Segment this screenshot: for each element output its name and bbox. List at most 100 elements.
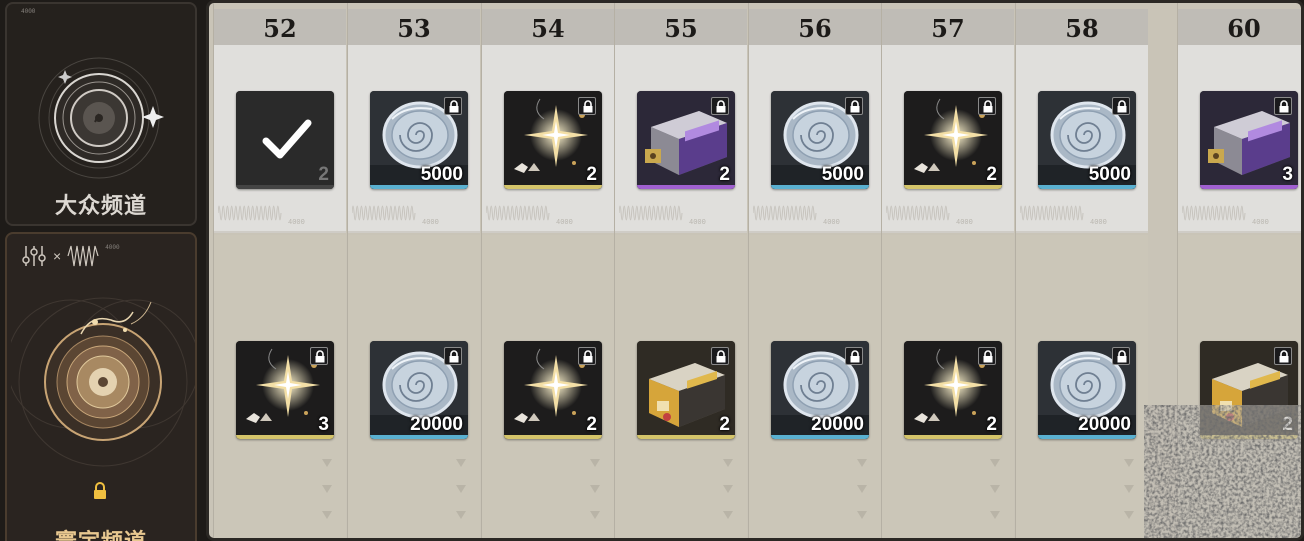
triangle-decoration [322,485,332,493]
item-quantity: 2 [586,164,597,185]
decor-number: 4000 [1090,219,1107,227]
lock-icon [444,97,462,115]
reward-item-credit[interactable]: 20000 [771,341,869,439]
item-quantity: 20000 [1078,414,1131,435]
lock-icon [978,97,996,115]
reward-item-box-purple[interactable]: 3 [1200,91,1298,189]
level-number: 54 [482,9,614,45]
decor-number: 4000 [1252,219,1269,227]
level-number: 58 [1016,9,1148,45]
item-quantity: 20000 [811,414,864,435]
waveform-decoration [753,205,817,221]
level-column: 4000 53 5000 20000 [347,3,480,538]
item-quantity: 2 [986,164,997,185]
reward-item-spark[interactable]: 3 [236,341,334,439]
level-number: 60 [1178,9,1301,45]
waveform-decoration [486,205,550,221]
triangle-decoration [590,511,600,519]
decor-number: 4000 [823,219,840,227]
premium-channel-title: 寰宇频道 [7,524,195,541]
reward-item-credit[interactable]: 5000 [771,91,869,189]
reward-item-credit[interactable]: 20000 [1038,341,1136,439]
reward-item-credit[interactable]: 5000 [1038,91,1136,189]
item-quantity: 20000 [410,414,463,435]
reward-item-credit[interactable]: 5000 [370,91,468,189]
times-sign: × [53,248,62,264]
waveform-decoration [886,205,950,221]
triangle-decoration [456,459,466,467]
triangle-decoration [1124,485,1134,493]
item-quantity: 5000 [1088,164,1131,185]
waveform-decoration [1020,205,1084,221]
reward-item-spark[interactable]: 2 [504,91,602,189]
channel-code: 4000 [105,244,120,251]
triangle-decoration [990,459,1000,467]
level-number: 53 [348,9,480,45]
level-column: 4000 55 2 2 [614,3,747,538]
basic-channel-title: 大众频道 [54,194,147,219]
lock-icon [978,347,996,365]
level-number: 57 [882,9,1014,45]
lock-icon [1112,97,1130,115]
lock-icon [310,347,328,365]
mixer-icon [22,246,46,266]
reward-item-box-gold[interactable]: 2 [637,341,735,439]
premium-channel-header: × 4000 [21,244,120,268]
level-column: 4000 58 5000 20000 [1015,3,1148,538]
premium-channel-card[interactable]: × 4000 寰宇频道 [5,232,197,541]
level-number: 56 [749,9,881,45]
waveform-decoration [1182,205,1246,221]
triangle-decoration [322,459,332,467]
item-quantity: 2 [586,414,597,435]
waveform-decoration [352,205,416,221]
triangle-decoration [723,485,733,493]
reward-item-credit[interactable]: 20000 [370,341,468,439]
triangle-decoration [1124,511,1134,519]
item-quantity: 2 [318,164,329,185]
reward-track[interactable]: 4000 52 2 3 4000 53 5000 20000 4000 54 2… [206,0,1304,541]
reward-item-spark[interactable]: 2 [904,91,1002,189]
lock-icon [94,482,106,499]
triangle-decoration [590,485,600,493]
waveform-decoration [619,205,683,221]
waveform-icon [67,245,99,267]
lock-icon [578,97,596,115]
triangle-decoration [990,511,1000,519]
decor-number: 4000 [422,219,439,227]
basic-channel-card[interactable]: 4000 大众频道 [5,2,197,226]
decor-number: 4000 [689,219,706,227]
level-column: 4000 57 2 2 [881,3,1014,538]
lock-icon [444,347,462,365]
lock-icon [845,97,863,115]
reward-item-check[interactable]: 2 [236,91,334,189]
vinyl-disc-icon [38,57,164,179]
lock-icon [1274,97,1292,115]
level-number: 52 [214,9,346,45]
lock-icon [1274,347,1292,365]
level-column: 4000 54 2 2 [481,3,614,538]
reward-item-spark[interactable]: 2 [904,341,1002,439]
reward-item-spark[interactable]: 2 [504,341,602,439]
waveform-decoration [218,205,282,221]
channel-code: 4000 [21,8,36,15]
triangle-decoration [857,459,867,467]
triangle-decoration [990,485,1000,493]
item-quantity: 2 [986,414,997,435]
item-quantity: 5000 [821,164,864,185]
triangle-decoration [322,511,332,519]
lock-icon [845,347,863,365]
lock-icon [711,97,729,115]
triangle-decoration [1124,459,1134,467]
reward-item-box-purple[interactable]: 2 [637,91,735,189]
lock-icon [1112,347,1130,365]
triangle-decoration [723,511,733,519]
decor-number: 4000 [288,219,305,227]
lock-icon [711,347,729,365]
item-quantity: 2 [719,414,730,435]
golden-disc-icon [11,297,195,467]
item-quantity: 2 [719,164,730,185]
lock-icon [578,347,596,365]
level-number: 55 [615,9,747,45]
decor-number: 4000 [556,219,573,227]
noise-overlay [1144,405,1301,538]
